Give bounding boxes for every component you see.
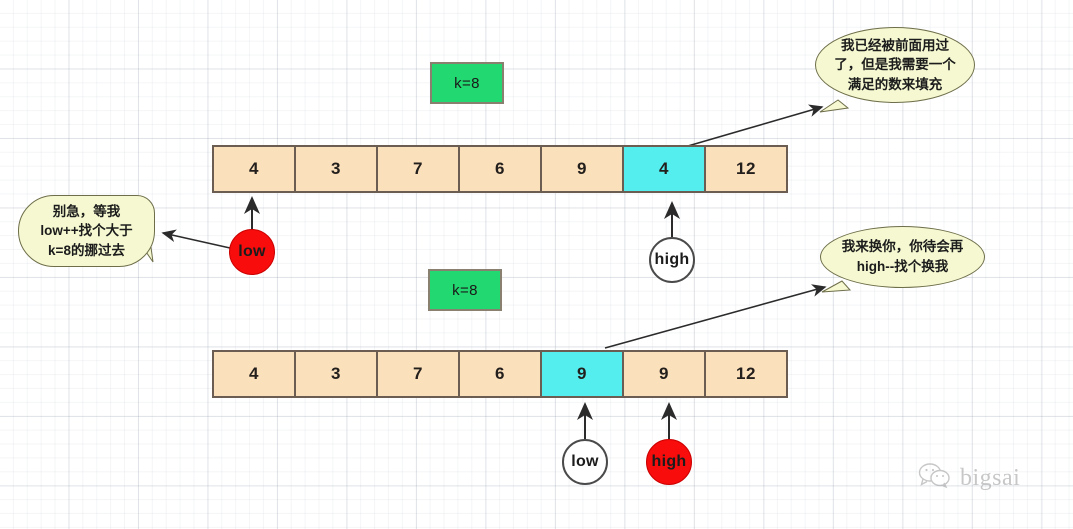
bubble-mid-right-line-1: high--找个换我 xyxy=(856,259,949,274)
bubble-left-line-0: 别急，等我 xyxy=(52,203,121,219)
watermark-text: bigsai xyxy=(960,465,1021,491)
arrow-bottom-cell-to-bubble xyxy=(604,284,827,349)
k-box-bottom-label: k=8 xyxy=(452,281,478,299)
array-top-cell-4: 9 xyxy=(540,145,624,193)
array-bottom-cell-4: 9 xyxy=(540,350,624,398)
wechat-icon xyxy=(918,462,952,495)
array-bottom: 4 3 7 6 9 9 12 xyxy=(212,350,788,398)
arrow-top-cell-to-bubble xyxy=(680,104,824,149)
array-top-cell-3: 6 xyxy=(458,145,542,193)
array-top-cell-6: 12 xyxy=(704,145,788,193)
k-box-top-label: k=8 xyxy=(454,74,480,92)
bubble-top-right-line-1: 了，但是我需要一个 xyxy=(834,57,956,73)
pointer-high-top: high xyxy=(649,237,695,283)
array-bottom-cell-3: 6 xyxy=(458,350,542,398)
array-top: 4 3 7 6 9 4 12 xyxy=(212,145,788,193)
bubble-left-line-2: k=8的挪过去 xyxy=(48,242,125,258)
pointer-low-top-label: low xyxy=(238,243,266,260)
k-box-top: k=8 xyxy=(430,62,504,104)
bubble-left-line-1: low++找个大于 xyxy=(40,223,133,239)
bubble-top-right: 我已经被前面用过 了，但是我需要一个 满足的数来填充 xyxy=(815,27,975,103)
array-top-cell-5: 4 xyxy=(622,145,706,193)
pointer-high-top-label: high xyxy=(654,251,690,268)
bubble-left: 别急，等我 low++找个大于 k=8的挪过去 xyxy=(18,195,155,267)
pointer-high-bottom-label: high xyxy=(651,453,687,470)
bubble-top-right-line-2: 满足的数来填充 xyxy=(847,76,943,92)
array-top-cell-1: 3 xyxy=(294,145,378,193)
watermark: bigsai xyxy=(918,462,1020,495)
bubble-tail-mid-right xyxy=(821,280,852,293)
array-top-cell-0: 4 xyxy=(212,145,296,193)
pointer-low-top: low xyxy=(229,229,275,275)
pointer-high-bottom: high xyxy=(646,439,692,485)
array-bottom-cell-1: 3 xyxy=(294,350,378,398)
arrow-low-to-left-bubble xyxy=(161,229,231,249)
k-box-bottom: k=8 xyxy=(428,269,502,311)
array-bottom-cell-0: 4 xyxy=(212,350,296,398)
array-bottom-cell-5: 9 xyxy=(622,350,706,398)
bubble-mid-right-line-0: 我来换你，你待会再 xyxy=(841,239,964,255)
array-bottom-cell-6: 12 xyxy=(704,350,788,398)
bubble-tail-top-right xyxy=(819,99,850,113)
array-top-cell-2: 7 xyxy=(376,145,460,193)
pointer-low-bottom-label: low xyxy=(571,453,599,470)
pointer-low-bottom: low xyxy=(562,439,608,485)
bubble-mid-right: 我来换你，你待会再 high--找个换我 xyxy=(820,226,985,288)
bubble-top-right-line-0: 我已经被前面用过 xyxy=(841,37,949,53)
array-bottom-cell-2: 7 xyxy=(376,350,460,398)
diagram-canvas: k=8 k=8 4 3 7 6 9 4 12 4 3 7 6 9 9 12 lo… xyxy=(0,0,1073,529)
